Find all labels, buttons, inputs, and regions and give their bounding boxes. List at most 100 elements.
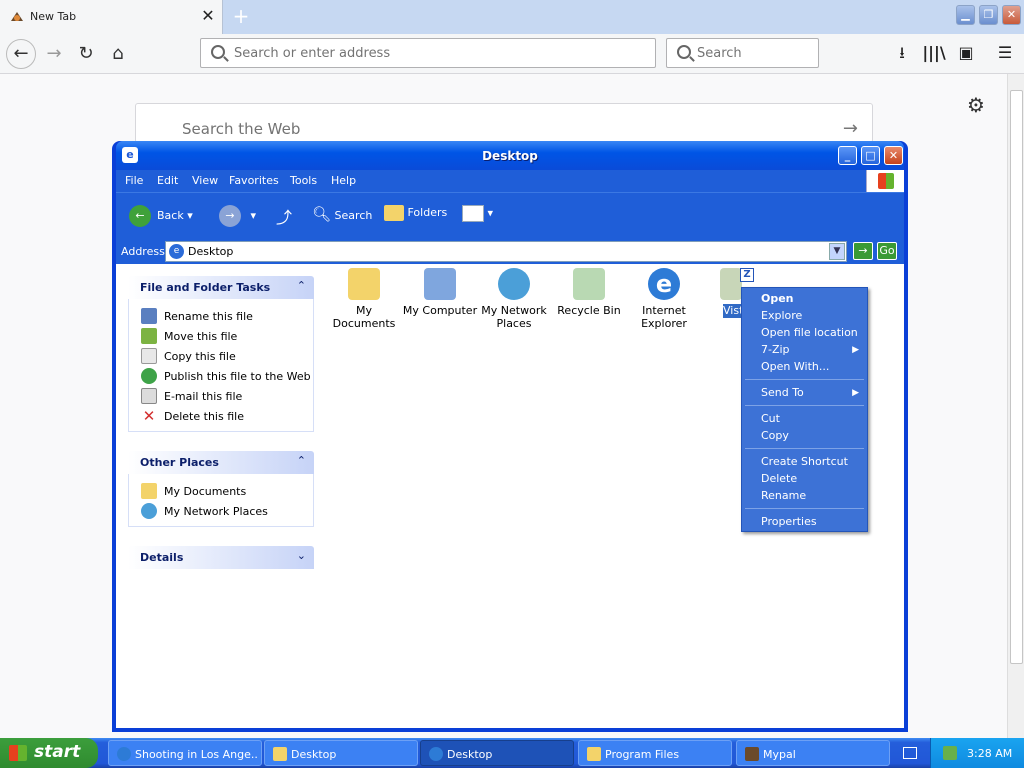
- page-scrollbar[interactable]: [1007, 74, 1024, 738]
- maximize-button[interactable]: □: [861, 146, 880, 165]
- new-tab-button[interactable]: +: [230, 5, 252, 27]
- back-icon[interactable]: ←: [6, 39, 36, 69]
- menu-bar: File Edit View Favorites Tools Help: [116, 170, 904, 192]
- sidebar-icon[interactable]: ▣: [953, 40, 979, 66]
- email-icon: [141, 388, 157, 404]
- tray-app-icon[interactable]: [943, 746, 957, 760]
- close-tab-icon[interactable]: ✕: [199, 7, 217, 25]
- collapse-icon[interactable]: ⌃: [297, 279, 306, 292]
- search-placeholder: Search: [697, 46, 742, 61]
- task-delete[interactable]: ✕ Delete this file: [129, 407, 313, 427]
- file-folder-tasks-header[interactable]: File and Folder Tasks ⌃: [128, 276, 314, 299]
- windows-flag-icon: [9, 745, 27, 761]
- desktop-icon-network-places[interactable]: My Network Places: [476, 268, 552, 330]
- task-publish[interactable]: Publish this file to the Web: [129, 367, 313, 387]
- task-label: E-mail this file: [164, 390, 243, 403]
- address-dropdown-icon[interactable]: ▼: [829, 243, 845, 260]
- desktop-icon-my-computer[interactable]: My Computer: [402, 268, 478, 317]
- panel-title: Other Places: [140, 456, 219, 469]
- submenu-arrow-icon: ▶: [852, 388, 859, 398]
- search-button[interactable]: 🔍︎ Search: [312, 205, 372, 223]
- forward-icon[interactable]: →: [40, 40, 68, 68]
- task-move[interactable]: Move this file: [129, 327, 313, 347]
- minimize-button[interactable]: _: [838, 146, 857, 165]
- download-icon[interactable]: ⭳: [889, 40, 915, 66]
- keyboard-icon[interactable]: [903, 747, 917, 759]
- taskbar-item-label: Desktop: [291, 748, 337, 761]
- internet-explorer-icon: e: [648, 268, 680, 300]
- scrollbar-thumb[interactable]: [1010, 90, 1023, 664]
- newtab-search-box[interactable]: Search the Web →: [135, 103, 873, 143]
- menu-separator: [745, 379, 864, 380]
- address-field[interactable]: e Desktop ▼: [165, 241, 847, 262]
- search-bar[interactable]: Search: [666, 38, 819, 68]
- start-button[interactable]: start: [0, 738, 98, 768]
- task-rename[interactable]: Rename this file: [129, 307, 313, 327]
- minimize-browser-button[interactable]: ▁: [956, 5, 975, 25]
- close-window-button[interactable]: ✕: [884, 146, 903, 165]
- ctx-7zip[interactable]: 7-Zip: [761, 343, 790, 356]
- forward-button[interactable]: → ▾: [219, 205, 256, 227]
- ctx-rename[interactable]: Rename: [761, 489, 806, 502]
- back-button[interactable]: ← Back ▾: [129, 205, 193, 227]
- other-places-panel: Other Places ⌃ My Documents My Network P…: [128, 451, 314, 527]
- taskbar-item-desktop-1[interactable]: Desktop: [264, 740, 418, 766]
- ctx-send-to[interactable]: Send To: [761, 386, 804, 399]
- windows-logo-icon: [866, 170, 904, 192]
- url-bar[interactable]: Search or enter address: [200, 38, 656, 68]
- menu-help[interactable]: Help: [331, 174, 356, 187]
- 7zip-z-icon: Z: [740, 268, 754, 282]
- go-label: Go: [877, 242, 897, 260]
- menu-icon[interactable]: ☰: [992, 40, 1018, 66]
- mypal-favicon-icon: [9, 9, 25, 25]
- reload-icon[interactable]: ↻: [72, 40, 100, 68]
- taskbar-item-mypal[interactable]: Mypal: [736, 740, 890, 766]
- desktop-icon-internet-explorer[interactable]: e Internet Explorer: [626, 268, 702, 330]
- up-folder-icon[interactable]: ⤴: [276, 204, 292, 228]
- other-places-header[interactable]: Other Places ⌃: [128, 451, 314, 474]
- browser-tab[interactable]: New Tab ✕: [0, 0, 223, 34]
- ctx-create-shortcut[interactable]: Create Shortcut: [761, 455, 848, 468]
- go-button[interactable]: → Go: [853, 242, 901, 260]
- mypal-icon: [745, 747, 759, 761]
- library-icon[interactable]: |||\: [921, 40, 947, 66]
- selected-file-label[interactable]: Vist: [723, 304, 743, 318]
- task-label: Rename this file: [164, 310, 253, 323]
- ctx-open[interactable]: Open: [761, 292, 794, 305]
- desktop-icon-my-documents[interactable]: My Documents: [326, 268, 402, 330]
- taskbar-item-desktop-2[interactable]: Desktop: [420, 740, 574, 766]
- taskbar-item-program-files[interactable]: Program Files: [578, 740, 732, 766]
- ctx-delete[interactable]: Delete: [761, 472, 797, 485]
- move-icon: [141, 328, 157, 344]
- collapse-icon[interactable]: ⌃: [297, 454, 306, 467]
- ctx-cut[interactable]: Cut: [761, 412, 780, 425]
- task-email[interactable]: E-mail this file: [129, 387, 313, 407]
- menu-view[interactable]: View: [192, 174, 218, 187]
- arrow-right-icon[interactable]: →: [843, 118, 858, 139]
- menu-favorites[interactable]: Favorites: [229, 174, 279, 187]
- place-my-documents[interactable]: My Documents: [129, 482, 313, 502]
- ctx-open-with[interactable]: Open With...: [761, 360, 829, 373]
- taskbar-item-shooting[interactable]: Shooting in Los Ange...: [108, 740, 262, 766]
- desktop-icon-recycle-bin[interactable]: Recycle Bin: [551, 268, 627, 317]
- expand-icon[interactable]: ⌄: [297, 549, 306, 562]
- address-value: Desktop: [188, 245, 234, 258]
- ctx-properties[interactable]: Properties: [761, 515, 817, 528]
- ctx-copy[interactable]: Copy: [761, 429, 789, 442]
- ctx-explore[interactable]: Explore: [761, 309, 802, 322]
- menu-tools[interactable]: Tools: [290, 174, 317, 187]
- ctx-open-file-location[interactable]: Open file location: [761, 326, 858, 339]
- menu-file[interactable]: File: [125, 174, 143, 187]
- folders-button[interactable]: Folders: [384, 205, 447, 221]
- window-title-bar[interactable]: e Desktop _ □ ✕: [116, 141, 904, 170]
- details-header[interactable]: Details ⌄: [128, 546, 314, 569]
- views-button[interactable]: ▾: [462, 205, 493, 222]
- home-icon[interactable]: ⌂: [104, 40, 132, 68]
- place-my-network[interactable]: My Network Places: [129, 502, 313, 522]
- task-copy[interactable]: Copy this file: [129, 347, 313, 367]
- settings-gear-icon[interactable]: ⚙: [967, 93, 985, 117]
- close-browser-button[interactable]: ✕: [1002, 5, 1021, 25]
- restore-browser-button[interactable]: ❐: [979, 5, 998, 25]
- menu-edit[interactable]: Edit: [157, 174, 178, 187]
- file-icon: [720, 268, 742, 300]
